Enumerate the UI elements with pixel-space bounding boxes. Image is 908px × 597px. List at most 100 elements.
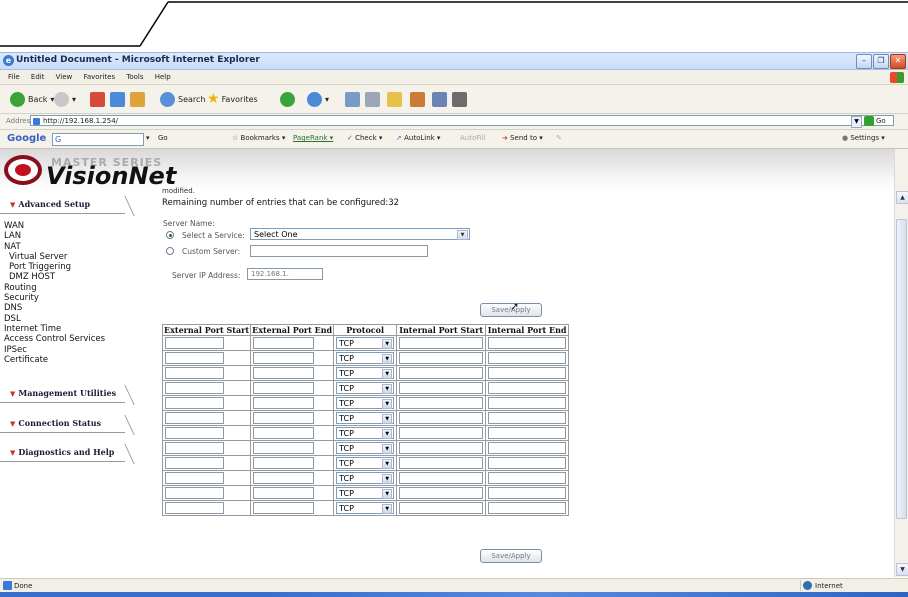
- internal-port-end-input[interactable]: [488, 457, 567, 469]
- internal-port-end-input[interactable]: [488, 412, 567, 424]
- address-go-button[interactable]: Go: [864, 116, 886, 126]
- protocol-select[interactable]: TCP ▼: [336, 442, 395, 454]
- menu-favorites[interactable]: Favorites: [83, 70, 115, 84]
- external-port-end-input[interactable]: [253, 457, 315, 469]
- menu-help[interactable]: Help: [155, 70, 171, 84]
- bookmarks-button[interactable]: ☆ Bookmarks ▾: [232, 134, 285, 142]
- internal-port-start-input[interactable]: [399, 427, 484, 439]
- custom-server-radio[interactable]: [166, 247, 174, 255]
- external-port-end-input[interactable]: [253, 502, 315, 514]
- sidebar-item-nat[interactable]: NAT: [4, 242, 105, 252]
- sidebar-item-internet-time[interactable]: Internet Time: [4, 324, 105, 334]
- sidebar-item-wan[interactable]: WAN: [4, 221, 105, 231]
- external-port-end-input[interactable]: [253, 397, 315, 409]
- external-port-end-input[interactable]: [253, 367, 315, 379]
- minimize-button[interactable]: –: [856, 54, 872, 69]
- sidebar-item-routing[interactable]: Routing: [4, 283, 105, 293]
- external-port-start-input[interactable]: [165, 442, 224, 454]
- vertical-scrollbar[interactable]: ▲ ▼: [894, 149, 908, 577]
- internal-port-end-input[interactable]: [488, 502, 567, 514]
- back-button[interactable]: Back ▾: [10, 90, 54, 108]
- sidebar-item-lan[interactable]: LAN: [4, 231, 105, 241]
- menu-tools[interactable]: Tools: [126, 70, 143, 84]
- service-select[interactable]: Select One ▼: [250, 228, 470, 240]
- scroll-down-arrow-icon[interactable]: ▼: [896, 563, 908, 576]
- protocol-select[interactable]: TCP ▼: [336, 427, 395, 439]
- sidebar-section-advanced-setup[interactable]: ▼ Advanced Setup: [0, 196, 135, 216]
- internal-port-end-input[interactable]: [488, 352, 567, 364]
- menu-view[interactable]: View: [56, 70, 73, 84]
- internal-port-end-input[interactable]: [488, 442, 567, 454]
- external-port-end-input[interactable]: [253, 472, 315, 484]
- sidebar-item-dmz-host[interactable]: DMZ HOST: [4, 272, 105, 282]
- internal-port-start-input[interactable]: [399, 337, 484, 349]
- protocol-select[interactable]: TCP ▼: [336, 367, 395, 379]
- internal-port-start-input[interactable]: [399, 367, 484, 379]
- sidebar-section-connection-status[interactable]: ▼ Connection Status: [0, 415, 135, 435]
- sidebar-item-security[interactable]: Security: [4, 293, 105, 303]
- sidebar-section-diagnostics-help[interactable]: ▼ Diagnostics and Help: [0, 444, 135, 464]
- internal-port-start-input[interactable]: [399, 352, 484, 364]
- refresh-button[interactable]: [110, 90, 125, 108]
- external-port-end-input[interactable]: [253, 442, 315, 454]
- internal-port-end-input[interactable]: [488, 472, 567, 484]
- protocol-select[interactable]: TCP ▼: [336, 502, 395, 514]
- settings-button[interactable]: ● Settings ▾: [842, 134, 885, 142]
- save-apply-button-bottom[interactable]: Save/Apply: [480, 549, 542, 563]
- folder-button[interactable]: [387, 90, 402, 108]
- external-port-end-input[interactable]: [253, 382, 315, 394]
- protocol-select[interactable]: TCP ▼: [336, 352, 395, 364]
- google-go-button[interactable]: Go: [158, 134, 168, 142]
- menu-file[interactable]: File: [8, 70, 20, 84]
- custom-server-input[interactable]: [250, 245, 428, 257]
- internal-port-start-input[interactable]: [399, 442, 484, 454]
- internal-port-start-input[interactable]: [399, 472, 484, 484]
- spell-check-button[interactable]: ✓ Check ▾: [347, 134, 382, 142]
- internal-port-start-input[interactable]: [399, 382, 484, 394]
- scroll-thumb[interactable]: [896, 219, 907, 519]
- send-to-button[interactable]: ➜ Send to ▾: [502, 134, 543, 142]
- internal-port-start-input[interactable]: [399, 457, 484, 469]
- address-dropdown-button[interactable]: ▼: [851, 116, 862, 128]
- external-port-end-input[interactable]: [253, 352, 315, 364]
- internal-port-end-input[interactable]: [488, 487, 567, 499]
- calculator-button[interactable]: [452, 90, 467, 108]
- internal-port-end-input[interactable]: [488, 397, 567, 409]
- address-input[interactable]: http://192.168.1.254/: [30, 115, 894, 126]
- messenger-button[interactable]: [410, 90, 425, 108]
- autolink-button[interactable]: ➚ AutoLink ▾: [396, 134, 440, 142]
- history-button[interactable]: [280, 90, 298, 108]
- favorites-button[interactable]: ★ Favorites: [207, 90, 258, 108]
- google-search-input[interactable]: G: [52, 133, 144, 146]
- internal-port-start-input[interactable]: [399, 487, 484, 499]
- internal-port-start-input[interactable]: [399, 412, 484, 424]
- scroll-up-arrow-icon[interactable]: ▲: [896, 191, 908, 204]
- research-button[interactable]: [432, 90, 447, 108]
- external-port-start-input[interactable]: [165, 337, 224, 349]
- protocol-select[interactable]: TCP ▼: [336, 337, 395, 349]
- sidebar-item-dsl[interactable]: DSL: [4, 314, 105, 324]
- protocol-select[interactable]: TCP ▼: [336, 487, 395, 499]
- external-port-start-input[interactable]: [165, 382, 224, 394]
- mail-button[interactable]: [345, 90, 360, 108]
- external-port-end-input[interactable]: [253, 412, 315, 424]
- restore-button[interactable]: ❐: [873, 54, 889, 69]
- protocol-select[interactable]: TCP ▼: [336, 382, 395, 394]
- external-port-start-input[interactable]: [165, 427, 224, 439]
- sidebar-item-certificate[interactable]: Certificate: [4, 355, 105, 365]
- menu-edit[interactable]: Edit: [31, 70, 45, 84]
- search-button[interactable]: Search: [160, 90, 205, 108]
- sidebar-section-management-utilities[interactable]: ▼ Management Utilities: [0, 385, 135, 405]
- internal-port-start-input[interactable]: [399, 397, 484, 409]
- sidebar-item-virtual-server[interactable]: Virtual Server: [4, 252, 105, 262]
- external-port-start-input[interactable]: [165, 412, 224, 424]
- external-port-start-input[interactable]: [165, 487, 224, 499]
- internal-port-start-input[interactable]: [399, 502, 484, 514]
- external-port-end-input[interactable]: [253, 487, 315, 499]
- close-button[interactable]: ✕: [890, 54, 906, 69]
- external-port-start-input[interactable]: [165, 457, 224, 469]
- stop-button[interactable]: [90, 90, 105, 108]
- internal-port-end-input[interactable]: [488, 382, 567, 394]
- external-port-start-input[interactable]: [165, 502, 224, 514]
- external-port-start-input[interactable]: [165, 367, 224, 379]
